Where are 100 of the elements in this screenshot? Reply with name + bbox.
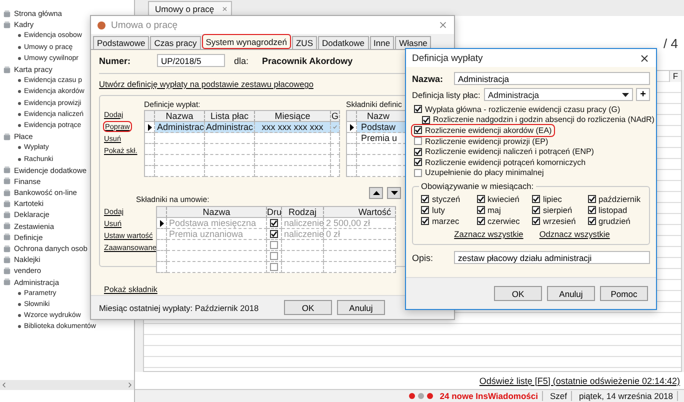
module-icon bbox=[3, 132, 11, 141]
deselect-all-link[interactable]: Odznacz wszystkie bbox=[539, 229, 610, 240]
dialog-tab[interactable]: System wynagrodzeń bbox=[202, 34, 291, 49]
column-header[interactable]: Nazwa bbox=[167, 207, 267, 218]
checkbox[interactable] bbox=[421, 194, 429, 203]
select-all-link[interactable]: Zaznacz wszystkie bbox=[454, 229, 524, 240]
checkbox[interactable] bbox=[476, 194, 484, 203]
row-header[interactable] bbox=[145, 122, 155, 133]
checkbox[interactable] bbox=[270, 230, 278, 238]
number-field[interactable]: UP/2018/5 bbox=[157, 54, 225, 67]
last-payout-text: Miesiąc ostatniej wypłaty: Październik 2018 bbox=[99, 302, 260, 312]
checkbox[interactable] bbox=[414, 148, 422, 156]
checkbox[interactable] bbox=[532, 206, 540, 214]
module-icon bbox=[3, 200, 11, 208]
scroll-left-icon[interactable] bbox=[0, 381, 8, 389]
column-header[interactable]: Wartość bbox=[324, 207, 396, 218]
option-checkbox-row[interactable]: Uzupełnienie do płacy minimalnej bbox=[412, 168, 546, 178]
dialog-title: Umowa o pracę bbox=[111, 20, 179, 30]
messages-status[interactable]: 24 nowe InsWiadomości bbox=[436, 391, 543, 401]
move-up-button[interactable] bbox=[369, 187, 383, 199]
table-cell: Administrac bbox=[205, 122, 255, 133]
bullet-icon bbox=[18, 325, 21, 328]
dialog-tab[interactable]: ZUS bbox=[292, 36, 317, 49]
option-label: Uzupełnienie do płacy minimalnej bbox=[425, 168, 544, 178]
checkbox[interactable] bbox=[532, 216, 540, 225]
column-header[interactable]: Lista płac bbox=[205, 111, 255, 122]
payroll-list-dropdown[interactable]: Administracja bbox=[484, 88, 633, 101]
checkbox[interactable] bbox=[421, 216, 429, 225]
dialog-button[interactable]: Anuluj bbox=[547, 286, 595, 301]
column-header[interactable]: F bbox=[669, 71, 681, 82]
row-header[interactable] bbox=[157, 218, 167, 229]
bullet-icon bbox=[18, 46, 21, 49]
bullet-icon bbox=[18, 292, 21, 295]
module-icon bbox=[3, 20, 11, 29]
column-header[interactable]: Rodzaj bbox=[282, 207, 324, 218]
checkbox[interactable] bbox=[270, 219, 278, 227]
checkbox[interactable] bbox=[414, 158, 422, 166]
move-down-button[interactable] bbox=[387, 187, 401, 199]
option-checkbox-row[interactable]: Rozliczenie ewidencji potrąceń komorniczych bbox=[412, 156, 588, 168]
show-component-link[interactable]: Pokaż składnik bbox=[104, 285, 158, 294]
checkbox[interactable] bbox=[414, 168, 422, 177]
description-field[interactable]: zestaw płacowy działu administracji bbox=[454, 251, 650, 264]
checkbox[interactable] bbox=[270, 252, 278, 260]
column-header[interactable]: Nazwa bbox=[155, 111, 205, 122]
close-icon[interactable] bbox=[639, 52, 650, 64]
row-pointer-icon bbox=[160, 220, 164, 226]
table-cell: 2 500,00 zł bbox=[324, 218, 396, 229]
row-header[interactable] bbox=[347, 122, 357, 133]
checkbox[interactable] bbox=[422, 116, 430, 124]
horizontal-scrollbar[interactable] bbox=[0, 380, 134, 390]
triangle-down-icon bbox=[390, 191, 398, 195]
dialog-button[interactable]: OK bbox=[284, 300, 332, 315]
dialog-button[interactable]: Pomoc bbox=[600, 286, 648, 301]
month-label: lipiec bbox=[543, 194, 562, 204]
module-icon bbox=[3, 244, 11, 253]
scroll-right-icon[interactable] bbox=[126, 381, 134, 389]
date-status: piątek, 14 września 2018 bbox=[574, 391, 678, 401]
checkbox[interactable] bbox=[421, 206, 429, 214]
dialog-tab[interactable]: Inne bbox=[370, 36, 394, 49]
dialog-tab[interactable]: Podstawowe bbox=[93, 36, 150, 49]
dialog-button[interactable]: Anuluj bbox=[337, 300, 385, 315]
month-label: grudzień bbox=[598, 216, 630, 226]
module-icon bbox=[3, 166, 11, 174]
checkbox[interactable] bbox=[414, 126, 422, 134]
user-status: Szef bbox=[546, 391, 572, 401]
module-icon bbox=[3, 233, 11, 242]
tab-close[interactable]: × bbox=[222, 4, 228, 14]
dialog-tab[interactable]: Własne bbox=[395, 36, 432, 49]
status-dot bbox=[418, 393, 424, 399]
option-checkbox-row[interactable]: Rozliczenie ewidencji naliczeń i potrąceń (ENP) bbox=[412, 146, 596, 157]
checkbox[interactable] bbox=[588, 216, 596, 225]
document-tab[interactable]: Umowy o pracę × bbox=[148, 1, 232, 16]
checkbox[interactable] bbox=[270, 263, 278, 271]
bullet-icon bbox=[18, 56, 21, 60]
add-button[interactable]: + bbox=[636, 88, 650, 101]
checkbox[interactable] bbox=[476, 216, 484, 225]
bullet-icon bbox=[18, 112, 21, 116]
column-header[interactable]: G bbox=[331, 111, 340, 122]
checkbox[interactable] bbox=[270, 241, 278, 249]
field-label: dla: bbox=[234, 56, 250, 66]
checkbox[interactable] bbox=[414, 137, 422, 146]
status-dot bbox=[426, 393, 433, 399]
column-header[interactable]: Dru bbox=[267, 207, 282, 218]
checkbox[interactable] bbox=[476, 206, 484, 214]
group-legend: Obowiązywanie w miesiącach: bbox=[419, 181, 536, 192]
month-label: marzec bbox=[432, 216, 460, 226]
name-field[interactable]: Administracja bbox=[454, 72, 650, 85]
table-cell: xxx xxx xxx xxx bbox=[255, 122, 331, 133]
dialog-button[interactable]: OK bbox=[494, 286, 542, 301]
checkbox[interactable] bbox=[414, 105, 422, 114]
module-icon bbox=[3, 66, 11, 74]
caret-icon bbox=[622, 92, 629, 96]
checkbox[interactable] bbox=[588, 194, 596, 203]
dialog-tab[interactable]: Czas pracy bbox=[150, 36, 201, 49]
checkbox[interactable] bbox=[532, 194, 540, 203]
dialog-tab[interactable]: Dodatkowe bbox=[318, 36, 369, 49]
checkbox[interactable] bbox=[588, 206, 596, 214]
create-definition-link[interactable]: Utwórz definicję wypłaty na podstawie zestawu płacowego bbox=[99, 79, 314, 89]
triangle-up-icon bbox=[372, 191, 380, 195]
column-header[interactable]: Miesiące bbox=[255, 111, 331, 122]
